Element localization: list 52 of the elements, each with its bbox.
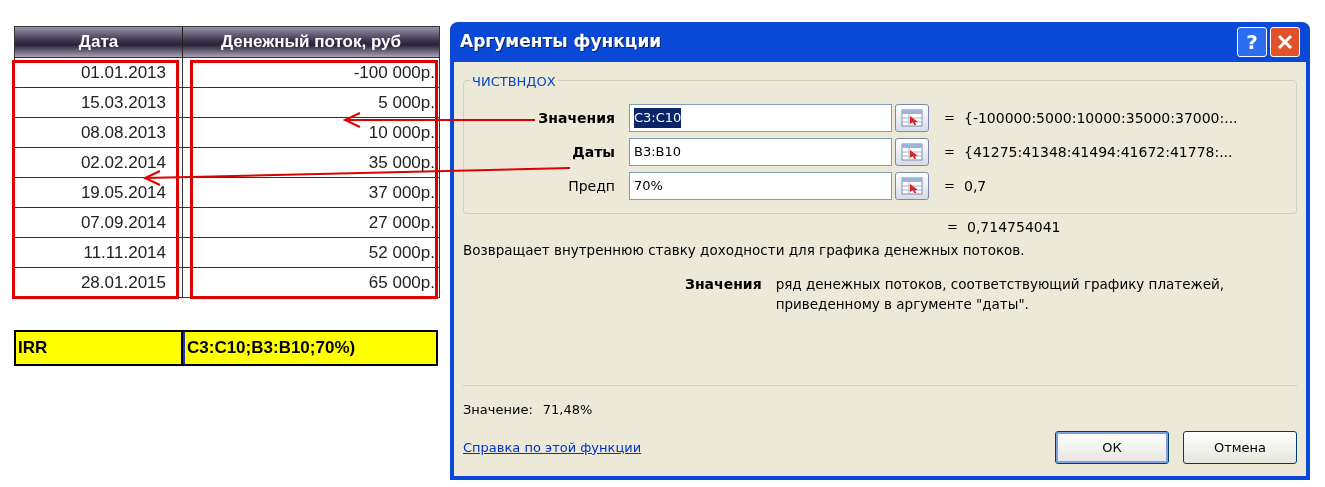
range-select-icon (901, 177, 923, 195)
table-cell: 01.01.2013 (15, 58, 183, 87)
table-cell-text: 27 000р. (367, 211, 436, 234)
dialog-button[interactable]: ОК (1055, 431, 1169, 464)
range-select-button[interactable] (895, 172, 929, 200)
argument-result: 0,7 (964, 176, 987, 196)
close-icon (1277, 34, 1293, 50)
table-cell: 19.05.2014 (15, 178, 183, 207)
table-cell-text: 52 000р. (367, 241, 436, 264)
argument-help: ряд денежных потоков, соответствующий графику платежей, приведенному в аргументе "даты". (775, 275, 1226, 315)
equals-sign: = (944, 109, 956, 128)
table-cell: 07.09.2014 (15, 208, 183, 237)
table-cell-text: 10 000р. (367, 121, 436, 144)
range-select-button[interactable] (895, 138, 929, 166)
range-select-icon (901, 109, 923, 127)
table-cell-text: 37 000р. (367, 181, 436, 204)
help-button[interactable]: ? (1237, 27, 1267, 57)
window-title: Аргументы функции (460, 30, 663, 54)
result-value: 71,48% (542, 400, 593, 419)
column-header: Дата (15, 27, 183, 57)
table-cell: 15.03.2013 (15, 88, 183, 117)
formula-result: 0,714754041 (967, 217, 1061, 237)
range-select-icon (901, 143, 923, 161)
table-cell: IRR (16, 332, 183, 364)
argument-result: {-100000:5000:10000:35000:37000:... (964, 108, 1238, 128)
argument-name: Значения (685, 275, 762, 295)
argument-label: Предп (567, 176, 616, 196)
formula-cell[interactable]: C3:C10;B3:B10;70%) (183, 332, 436, 364)
equals-sign: = (947, 218, 959, 237)
table-cell: 11.11.2014 (15, 238, 183, 267)
table-cell: 02.02.2014 (15, 148, 183, 177)
argument-field[interactable]: B3:B10 (629, 138, 892, 166)
table-cell: 28.01.2015 (15, 268, 183, 297)
argument-field[interactable]: C3:C10 (629, 104, 892, 132)
help-link[interactable]: Справка по этой функции (463, 437, 1041, 458)
table-cell-text: 65 000р. (367, 271, 436, 294)
range-select-button[interactable] (895, 104, 929, 132)
result-label: Значение: (463, 400, 533, 419)
equals-sign: = (944, 177, 956, 196)
table-cell-text: 5 000р. (377, 91, 436, 114)
argument-field[interactable]: 70% (629, 172, 892, 200)
argument-result: {41275:41348:41494:41672:41778:... (964, 142, 1233, 162)
table-cell: 08.08.2013 (15, 118, 183, 147)
table-cell-text: 35 000р. (367, 151, 436, 174)
argument-label: Значения (537, 108, 616, 128)
column-header: Денежный поток, руб (219, 31, 403, 54)
dialog-button[interactable]: Отмена (1183, 431, 1297, 464)
close-button[interactable] (1270, 27, 1300, 57)
argument-label: Даты (571, 142, 616, 162)
function-description: Возвращает внутреннюю ставку доходности для графика денежных потоков. (463, 241, 1026, 260)
table-cell-text: -100 000р. (352, 61, 436, 84)
equals-sign: = (944, 143, 956, 162)
